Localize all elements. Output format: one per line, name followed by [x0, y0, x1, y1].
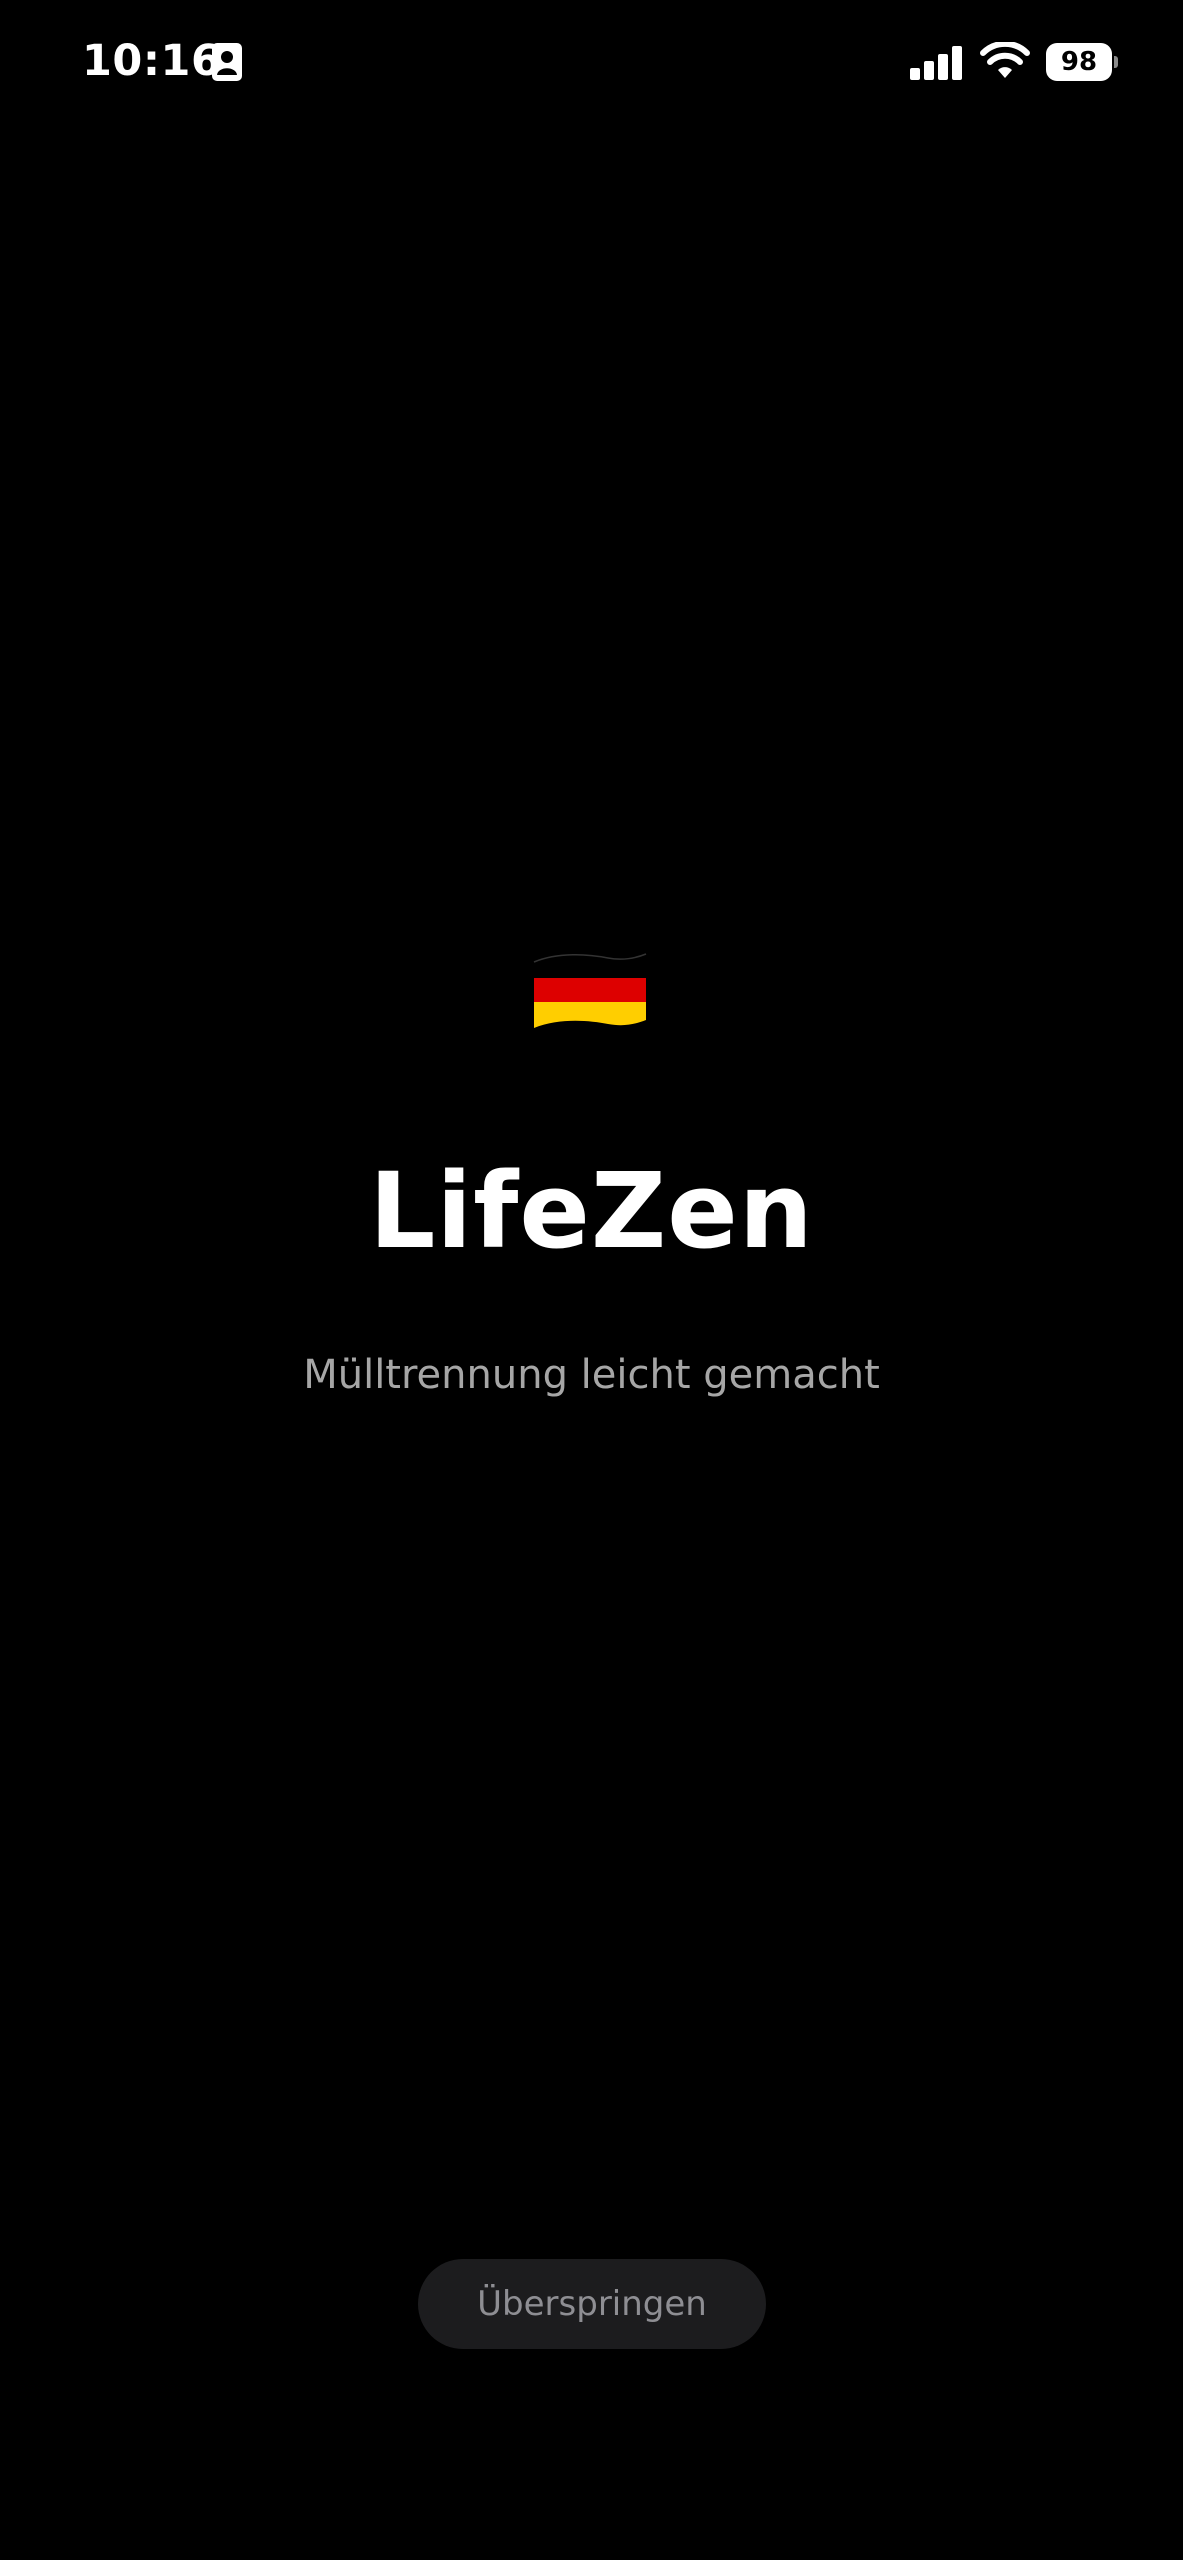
skip-button[interactable]: Überspringen	[418, 2259, 766, 2349]
app-title: LifeZen	[369, 1150, 814, 1272]
battery-cap	[1114, 56, 1118, 68]
status-bar: 10:16 98	[0, 0, 1183, 130]
germany-flag-icon	[533, 953, 647, 1028]
wifi-icon	[980, 42, 1030, 78]
contact-card-icon	[212, 43, 242, 81]
battery-body: 98	[1046, 43, 1112, 81]
battery-icon: 98	[1046, 43, 1118, 81]
app-subtitle: Mülltrennung leicht gemacht	[303, 1352, 880, 1398]
battery-level: 98	[1060, 47, 1098, 77]
cellular-signal-icon	[910, 46, 962, 80]
status-time: 10:16	[82, 36, 222, 86]
